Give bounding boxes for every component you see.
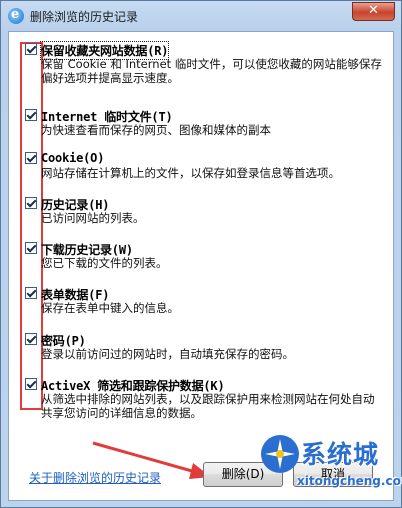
option-description: 您已下载的文件的列表。 [41,256,168,270]
option-description: 为快速查看而保存的网页、图像和媒体的副本 [41,123,271,137]
option-description: 登录以前访问过的网站时，自动填充保存的密码。 [41,347,294,361]
window-title: 删除浏览的历史记录 [30,10,139,24]
option-description: 保存在表单中键入的信息。 [41,301,179,315]
option-description: 保留 Cookie 和 Internet 临时文件，可以使您收藏的网站能够保存偏… [41,57,382,85]
checkbox-temporary-files[interactable] [25,109,37,121]
internet-explorer-icon [8,7,24,24]
close-button[interactable]: ✕ [352,2,395,21]
checkbox-cookies[interactable] [25,152,37,164]
option-description: 网站存储在计算机上的文件，以保存如登录信息等首选项。 [41,166,340,180]
dialog-window: 删除浏览的历史记录 ✕ 保留收藏夹网站数据(R) 保留 Cookie 和 Int… [0,0,402,508]
dialog-content: 保留收藏夹网站数据(R) 保留 Cookie 和 Internet 临时文件，可… [8,31,394,501]
option-description: 已访问网站的列表。 [41,211,145,225]
option-title[interactable]: Cookie(O) [41,151,104,165]
delete-button[interactable]: 删除(D) [203,462,283,487]
close-icon: ✕ [368,3,379,18]
checkbox-activex-tracking[interactable] [25,378,37,390]
cancel-button[interactable]: 取消 [293,462,373,487]
checkbox-passwords[interactable] [25,333,37,345]
about-deleting-history-link[interactable]: 关于删除浏览的历史记录 [29,469,161,486]
annotation-highlight-box [20,42,43,410]
checkbox-preserve-favorites[interactable] [25,43,37,55]
option-description: 从筛选中排除的网站列表，以及跟踪保护用来检测网站在何处自动共享您访问的详细信息的… [41,392,375,420]
checkbox-history[interactable] [25,197,37,209]
checkbox-download-history[interactable] [25,242,37,254]
checkbox-form-data[interactable] [25,287,37,299]
title-bar[interactable]: 删除浏览的历史记录 ✕ [1,1,401,31]
